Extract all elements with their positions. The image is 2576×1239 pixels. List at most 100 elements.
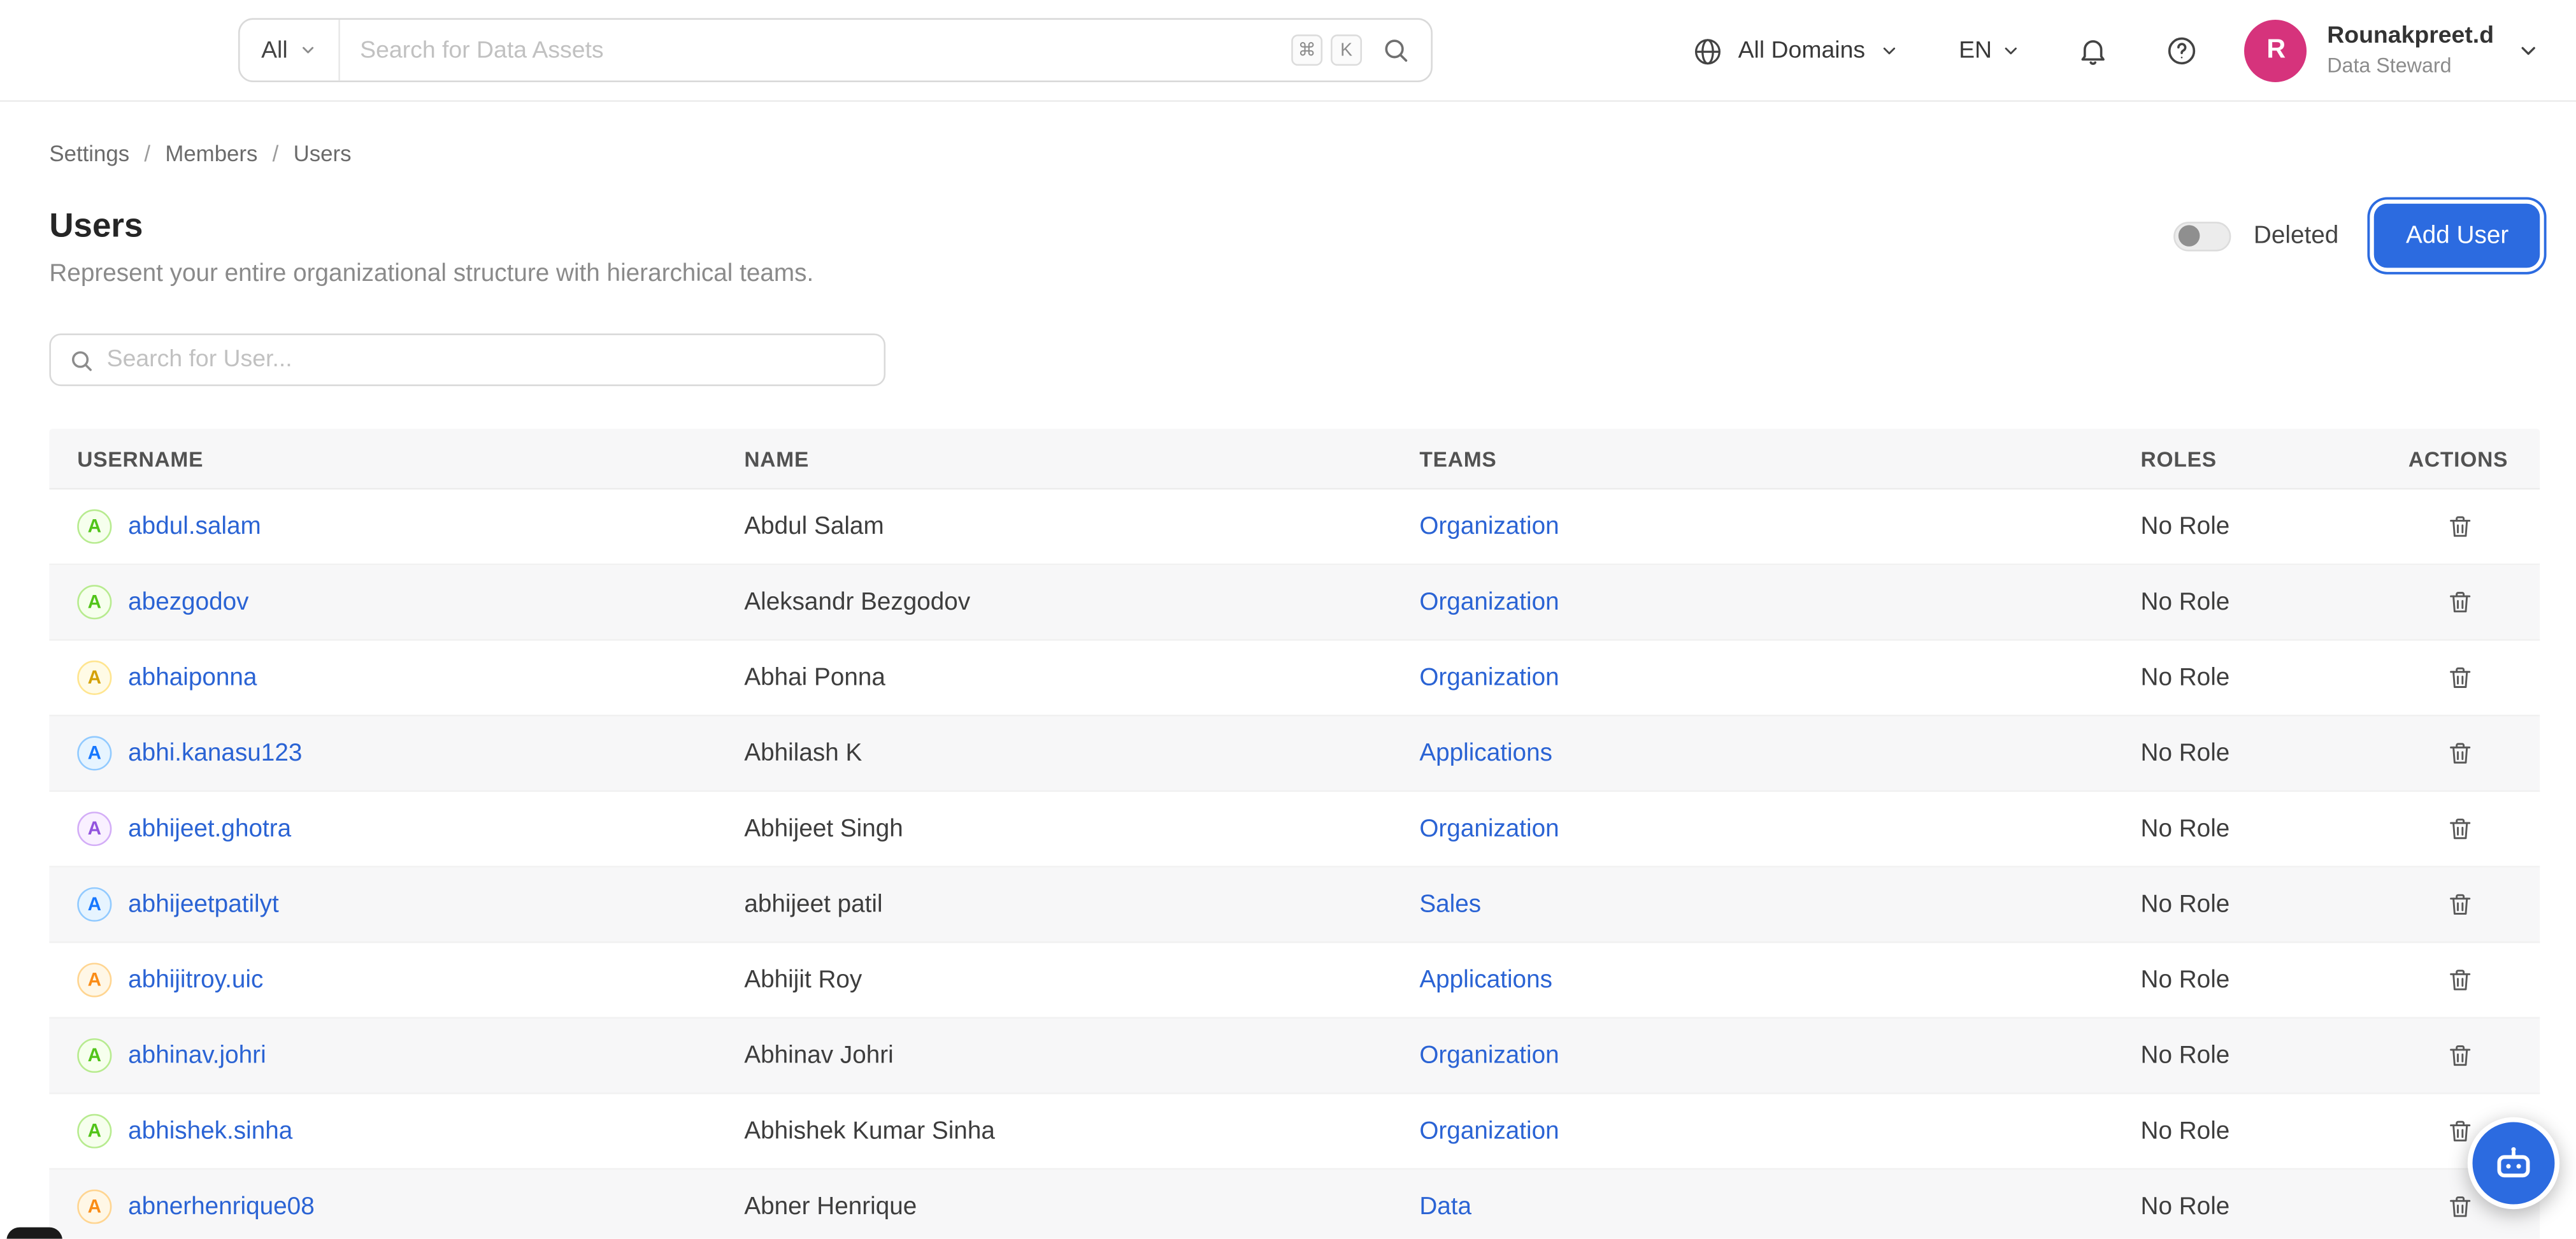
username-link[interactable]: abhijitroy.uic	[128, 966, 263, 994]
role-cell: No Role	[2113, 1192, 2380, 1221]
team-link[interactable]: Organization	[1419, 1042, 1559, 1070]
global-search-bar[interactable]: All ⌘ K	[238, 18, 1433, 82]
team-link[interactable]: Data	[1419, 1192, 1471, 1221]
actions-cell	[2380, 887, 2540, 922]
header-right-cluster: All Domains EN	[1692, 0, 2540, 102]
deleted-toggle[interactable]	[2173, 221, 2231, 250]
team-cell: Data	[1391, 1192, 2112, 1221]
username-cell: A abhijitroy.uic	[49, 963, 716, 997]
table-row: A abhinav.johri Abhinav Johri Organizati…	[49, 1019, 2540, 1094]
username-link[interactable]: abhijeet.ghotra	[128, 815, 291, 843]
role-cell: No Role	[2113, 513, 2380, 541]
search-icon	[69, 347, 94, 372]
search-scope-label: All	[261, 37, 288, 63]
user-avatar: A	[77, 585, 111, 619]
user-search-input[interactable]	[107, 347, 866, 373]
bottom-left-widget[interactable]	[6, 1228, 62, 1239]
table-row: A abezgodov Aleksandr Bezgodov Organizat…	[49, 565, 2540, 641]
help-button[interactable]	[2166, 34, 2199, 68]
delete-user-button[interactable]	[2443, 1189, 2477, 1224]
name-cell: Abhilash K	[716, 740, 1391, 768]
team-link[interactable]: Sales	[1419, 891, 1481, 919]
name-cell: Abhijeet Singh	[716, 815, 1391, 843]
cmd-key-badge: ⌘	[1291, 34, 1322, 66]
delete-user-button[interactable]	[2443, 510, 2477, 544]
team-link[interactable]: Applications	[1419, 740, 1552, 768]
column-header-roles: ROLES	[2113, 446, 2380, 471]
notifications-button[interactable]	[2077, 34, 2110, 68]
username-link[interactable]: abhi.kanasu123	[128, 740, 302, 768]
delete-user-button[interactable]	[2443, 736, 2477, 770]
username-link[interactable]: abhishek.sinha	[128, 1117, 292, 1145]
chatbot-button[interactable]	[2468, 1117, 2559, 1209]
name-cell: Abner Henrique	[716, 1192, 1391, 1221]
trash-icon	[2446, 815, 2474, 843]
username-link[interactable]: abdul.salam	[128, 513, 261, 541]
breadcrumb-members[interactable]: Members	[165, 141, 257, 166]
trash-icon	[2446, 1042, 2474, 1070]
team-link[interactable]: Organization	[1419, 815, 1559, 843]
username-link[interactable]: abhaiponna	[128, 664, 257, 692]
breadcrumb-settings[interactable]: Settings	[49, 141, 129, 166]
add-user-button[interactable]: Add User	[2375, 204, 2540, 268]
table-row: A abdul.salam Abdul Salam Organization N…	[49, 490, 2540, 566]
user-avatar: A	[77, 963, 111, 997]
language-dropdown[interactable]: EN	[1959, 38, 2021, 64]
delete-user-button[interactable]	[2443, 963, 2477, 997]
trash-icon	[2446, 966, 2474, 994]
table-row: A abhishek.sinha Abhishek Kumar Sinha Or…	[49, 1094, 2540, 1170]
chevron-down-icon	[2002, 41, 2022, 61]
user-avatar: A	[77, 1114, 111, 1149]
breadcrumb-separator: /	[273, 141, 279, 166]
user-search-bar[interactable]	[49, 334, 885, 387]
search-scope-dropdown[interactable]: All	[240, 20, 341, 80]
robot-icon	[2489, 1138, 2538, 1187]
actions-cell	[2380, 812, 2540, 846]
delete-user-button[interactable]	[2443, 585, 2477, 619]
breadcrumb: Settings / Members / Users	[49, 141, 351, 166]
trash-icon	[2446, 891, 2474, 919]
domains-label: All Domains	[1738, 38, 1866, 64]
actions-cell	[2380, 585, 2540, 619]
username-link[interactable]: abezgodov	[128, 588, 248, 616]
k-key-badge: K	[1331, 34, 1362, 66]
username-link[interactable]: abnerhenrique08	[128, 1192, 315, 1221]
global-search-input[interactable]	[340, 20, 1291, 80]
team-cell: Sales	[1391, 891, 2112, 919]
username-link[interactable]: abhijeetpatilyt	[128, 891, 279, 919]
team-cell: Applications	[1391, 740, 2112, 768]
team-link[interactable]: Organization	[1419, 1117, 1559, 1145]
delete-user-button[interactable]	[2443, 812, 2477, 846]
trash-icon	[2446, 740, 2474, 768]
domains-dropdown[interactable]: All Domains	[1692, 35, 1900, 66]
name-cell: Abdul Salam	[716, 513, 1391, 541]
team-link[interactable]: Applications	[1419, 966, 1552, 994]
user-avatar: A	[77, 1189, 111, 1224]
username-cell: A abhishek.sinha	[49, 1114, 716, 1149]
breadcrumb-users[interactable]: Users	[294, 141, 352, 166]
username-cell: A abnerhenrique08	[49, 1189, 716, 1224]
avatar: R	[2245, 20, 2307, 82]
team-cell: Organization	[1391, 664, 2112, 692]
user-avatar: A	[77, 736, 111, 770]
role-cell: No Role	[2113, 815, 2380, 843]
question-circle-icon	[2166, 34, 2199, 68]
search-icon[interactable]	[1382, 36, 1410, 64]
trash-icon	[2446, 588, 2474, 616]
delete-user-button[interactable]	[2443, 1038, 2477, 1073]
actions-cell	[2380, 736, 2540, 770]
trash-icon	[2446, 513, 2474, 541]
name-cell: Abhinav Johri	[716, 1042, 1391, 1070]
team-link[interactable]: Organization	[1419, 588, 1559, 616]
username-cell: A abhaiponna	[49, 661, 716, 695]
user-avatar: A	[77, 887, 111, 922]
username-link[interactable]: abhinav.johri	[128, 1042, 266, 1070]
name-cell: Abhijit Roy	[716, 966, 1391, 994]
table-row: A abnerhenrique08 Abner Henrique Data No…	[49, 1170, 2540, 1238]
user-menu[interactable]: R Rounakpreet.d Data Steward	[2245, 20, 2540, 82]
team-link[interactable]: Organization	[1419, 664, 1559, 692]
column-header-teams: TEAMS	[1391, 446, 2112, 471]
delete-user-button[interactable]	[2443, 661, 2477, 695]
delete-user-button[interactable]	[2443, 887, 2477, 922]
team-link[interactable]: Organization	[1419, 513, 1559, 541]
